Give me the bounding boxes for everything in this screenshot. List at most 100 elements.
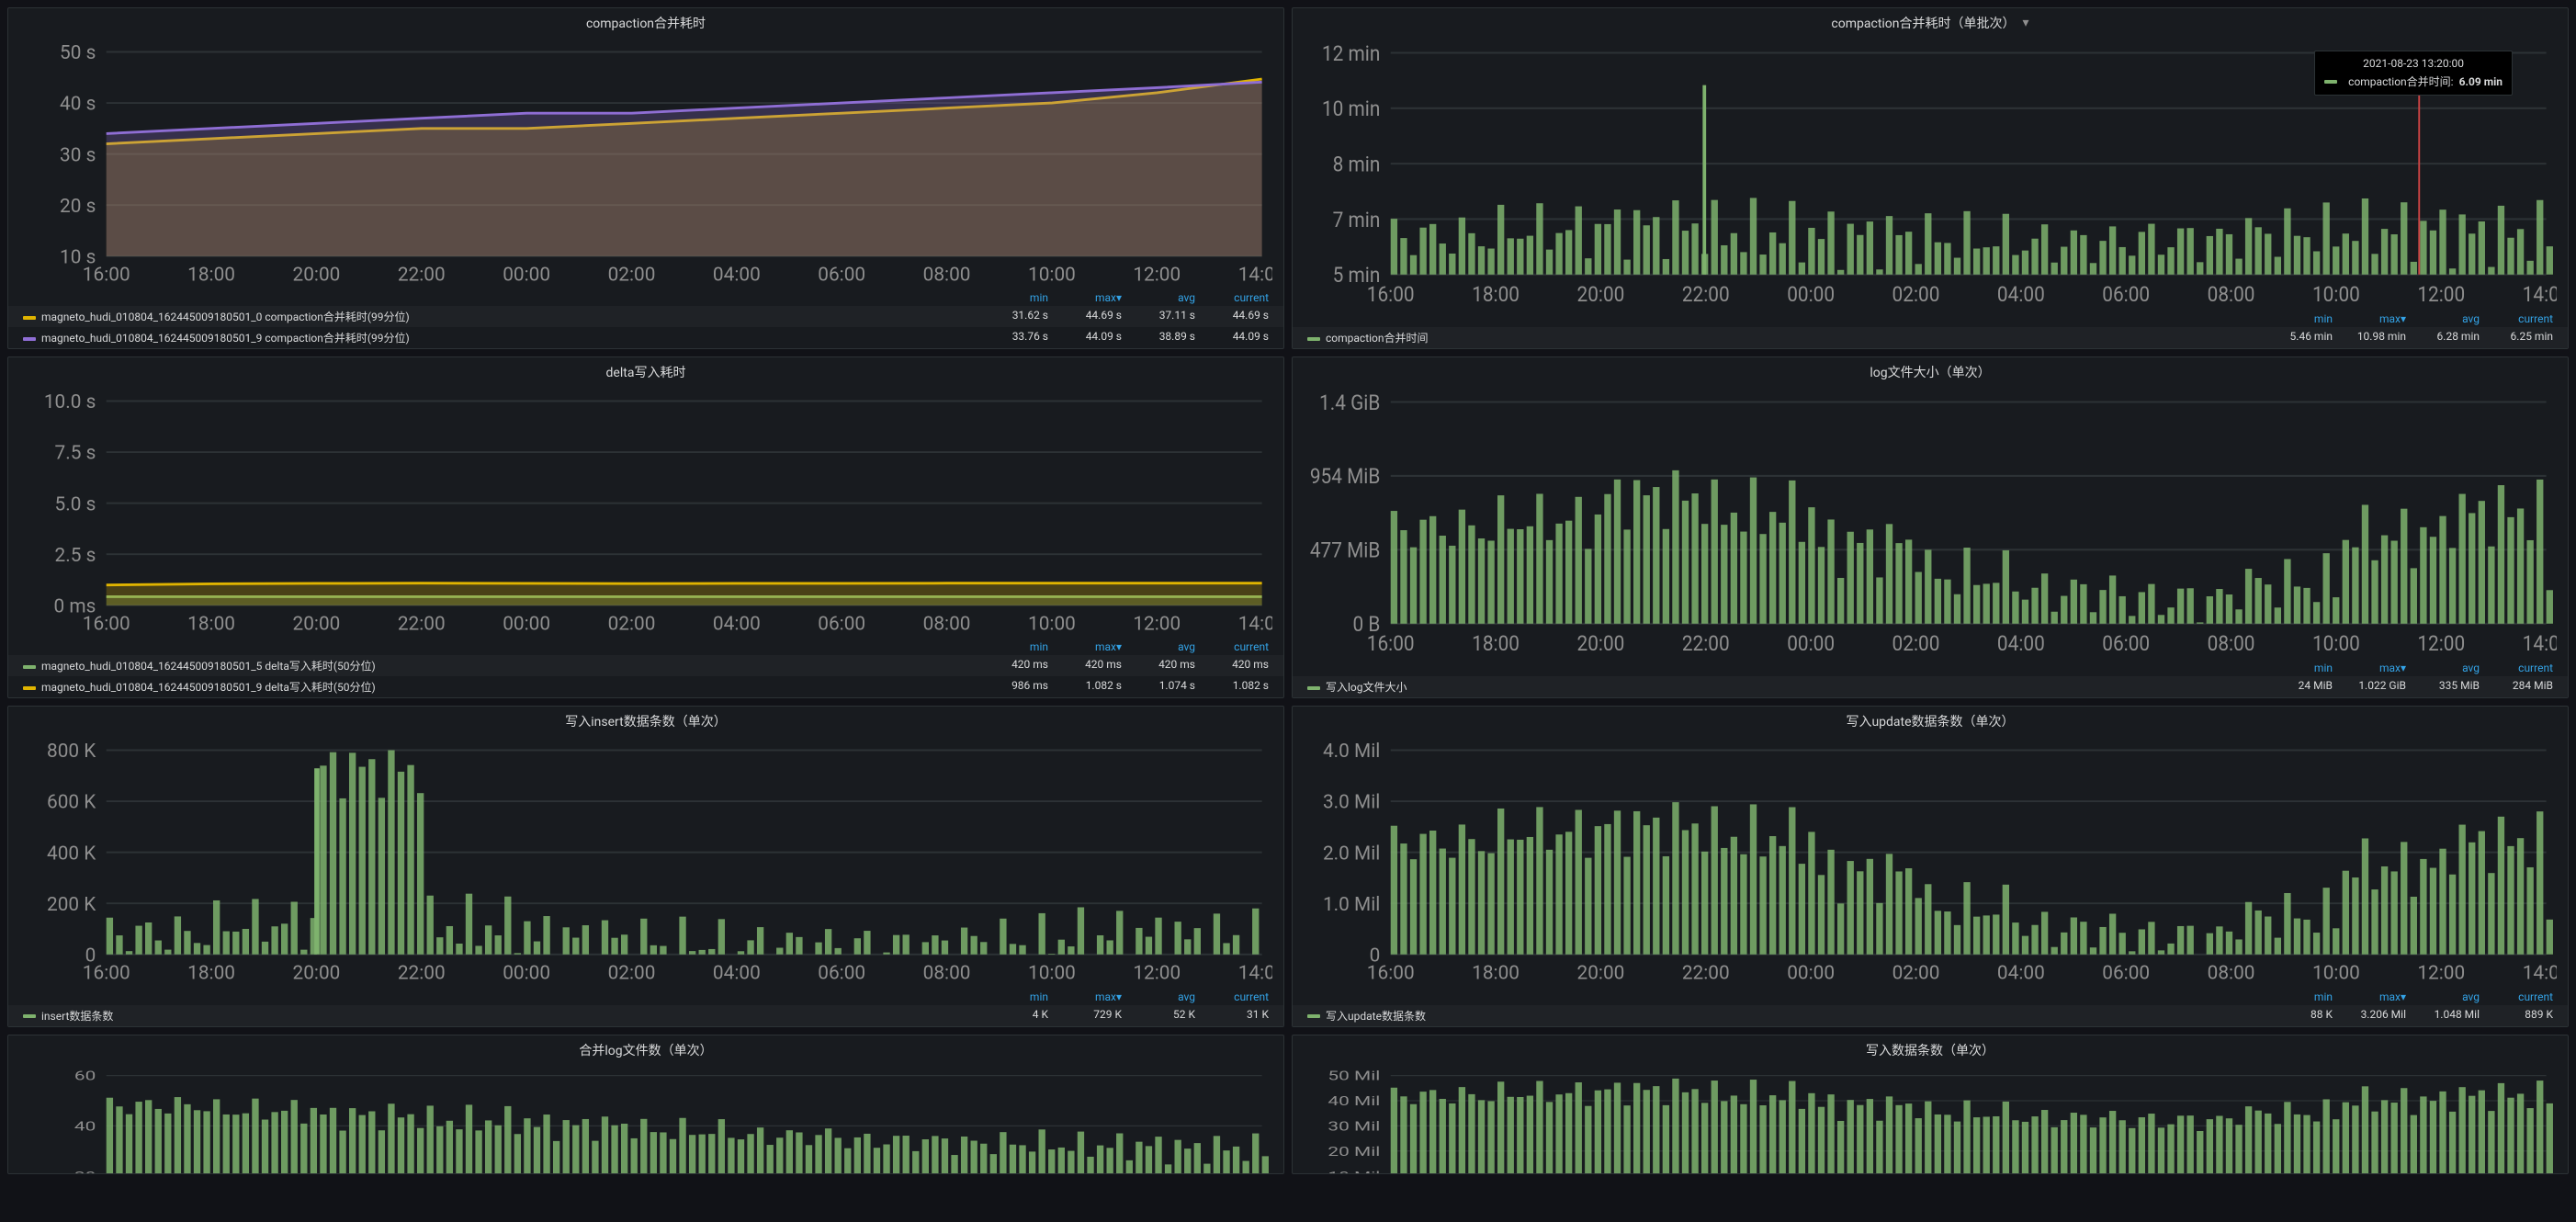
svg-text:06:00: 06:00 [2102,632,2150,656]
col-avg[interactable]: avg [1122,990,1195,1003]
svg-text:02:00: 02:00 [608,264,656,286]
svg-text:14:00: 14:00 [1238,963,1272,985]
val-avg: 52 K [1122,1008,1195,1024]
svg-text:20:00: 20:00 [1577,963,1625,985]
chart-area[interactable]: 5 min7 min8 min10 min12 min16:0018:0020:… [1293,38,2568,311]
col-min[interactable]: min [975,640,1048,653]
col-min[interactable]: min [2259,662,2333,674]
panel-merge-log-count[interactable]: 合并log文件数（单次） 204060 [7,1035,1284,1174]
legend-row[interactable]: magneto_hudi_010804_162445009180501_9 de… [8,676,1283,697]
panel-write-count[interactable]: 写入数据条数（单次） 10 Mil20 Mil30 Mil40 Mil50 Mi… [1292,1035,2569,1174]
col-current[interactable]: current [1195,640,1269,653]
svg-text:06:00: 06:00 [818,264,865,286]
panel-compaction-batch[interactable]: compaction合并耗时（单批次） ▾ 5 min7 min8 min10 … [1292,7,2569,349]
panel-title[interactable]: 合并log文件数（单次） [8,1035,1283,1065]
col-current[interactable]: current [2480,662,2553,674]
svg-text:2.5 s: 2.5 s [55,545,96,567]
panel-title[interactable]: compaction合并耗时 [8,8,1283,38]
val-min: 24 MiB [2259,679,2333,695]
panel-compaction-time[interactable]: compaction合并耗时 10 s20 s30 s40 s50 s16:00… [7,7,1284,349]
panel-title[interactable]: compaction合并耗时（单批次） ▾ [1293,8,2568,38]
svg-text:20:00: 20:00 [293,614,341,636]
svg-text:7 min: 7 min [1333,209,1381,232]
legend-row[interactable]: magneto_hudi_010804_162445009180501_0 co… [8,306,1283,327]
svg-text:1.4 GiB: 1.4 GiB [1319,391,1380,415]
col-min[interactable]: min [975,291,1048,304]
col-max[interactable]: max▾ [2333,990,2406,1003]
legend-row[interactable]: magneto_hudi_010804_162445009180501_9 co… [8,327,1283,348]
legend-row[interactable]: insert数据条数 4 K 729 K 52 K 31 K [8,1005,1283,1026]
panel-title[interactable]: 写入数据条数（单次） [1293,1035,2568,1065]
panel-title[interactable]: log文件大小（单次） [1293,357,2568,387]
val-current: 44.09 s [1195,330,1269,345]
svg-text:8 min: 8 min [1333,153,1381,177]
col-current[interactable]: current [2480,990,2553,1003]
chart-area[interactable]: 0 B477 MiB954 MiB1.4 GiB16:0018:0020:002… [1293,387,2568,660]
svg-text:20 s: 20 s [60,196,96,218]
chart-area[interactable]: 10 s20 s30 s40 s50 s16:0018:0020:0022:00… [8,38,1283,289]
col-max[interactable]: max▾ [1048,640,1122,653]
series-name: compaction合并时间 [1326,332,1429,345]
dashboard-grid: compaction合并耗时 10 s20 s30 s40 s50 s16:00… [0,0,2576,1182]
legend-row[interactable]: 写入log文件大小 24 MiB 1.022 GiB 335 MiB 284 M… [1293,676,2568,697]
svg-text:08:00: 08:00 [923,264,971,286]
col-avg[interactable]: avg [2406,662,2480,674]
series-swatch [23,1014,36,1018]
svg-text:02:00: 02:00 [1892,632,1940,656]
svg-text:22:00: 22:00 [1682,283,1730,307]
svg-text:00:00: 00:00 [1787,283,1835,307]
panel-title[interactable]: 写入insert数据条数（单次） [8,707,1283,736]
col-max[interactable]: max▾ [2333,662,2406,674]
legend-row[interactable]: compaction合并时间 5.46 min 10.98 min 6.28 m… [1293,327,2568,348]
panel-title[interactable]: 写入update数据条数（单次） [1293,707,2568,736]
legend-row[interactable]: magneto_hudi_010804_162445009180501_5 de… [8,655,1283,676]
col-avg[interactable]: avg [1122,291,1195,304]
val-min: 33.76 s [975,330,1048,345]
svg-text:06:00: 06:00 [818,963,865,985]
col-current[interactable]: current [2480,312,2553,325]
svg-text:800 K: 800 K [47,741,96,763]
col-current[interactable]: current [1195,990,1269,1003]
chevron-down-icon[interactable]: ▾ [2023,16,2029,30]
svg-text:16:00: 16:00 [83,614,130,636]
panel-title[interactable]: delta写入耗时 [8,357,1283,387]
legend-headers: min max▾ avg current [1293,660,2568,676]
chart-area[interactable]: 0 ms2.5 s5.0 s7.5 s10.0 s16:0018:0020:00… [8,387,1283,639]
svg-text:10 min: 10 min [1322,97,1380,121]
val-current: 44.69 s [1195,309,1269,324]
chart-area[interactable]: 01.0 Mil2.0 Mil3.0 Mil4.0 Mil16:0018:002… [1293,736,2568,988]
col-avg[interactable]: avg [2406,990,2480,1003]
panel-log-size[interactable]: log文件大小（单次） 0 B477 MiB954 MiB1.4 GiB16:0… [1292,356,2569,698]
panel-delta-write[interactable]: delta写入耗时 0 ms2.5 s5.0 s7.5 s10.0 s16:00… [7,356,1284,698]
col-avg[interactable]: avg [2406,312,2480,325]
col-current[interactable]: current [1195,291,1269,304]
series-swatch [1307,337,1320,341]
col-min[interactable]: min [2259,312,2333,325]
col-avg[interactable]: avg [1122,640,1195,653]
series-name: magneto_hudi_010804_162445009180501_5 de… [41,660,376,673]
svg-text:30 Mil: 30 Mil [1328,1119,1380,1134]
col-min[interactable]: min [2259,990,2333,1003]
col-min[interactable]: min [975,990,1048,1003]
col-max[interactable]: max▾ [1048,990,1122,1003]
val-max: 1.082 s [1048,679,1122,695]
val-avg: 38.89 s [1122,330,1195,345]
panel-insert-count[interactable]: 写入insert数据条数（单次） 0200 K400 K600 K800 K16… [7,706,1284,1026]
col-max[interactable]: max▾ [1048,291,1122,304]
col-max[interactable]: max▾ [2333,312,2406,325]
panel-update-count[interactable]: 写入update数据条数（单次） 01.0 Mil2.0 Mil3.0 Mil4… [1292,706,2569,1026]
chart-area[interactable]: 0200 K400 K600 K800 K16:0018:0020:0022:0… [8,736,1283,988]
legend-row[interactable]: 写入update数据条数 88 K 3.206 Mil 1.048 Mil 88… [1293,1005,2568,1026]
svg-text:600 K: 600 K [47,792,96,814]
svg-text:18:00: 18:00 [187,614,235,636]
chart-area[interactable]: 10 Mil20 Mil30 Mil40 Mil50 Mil [1293,1065,2568,1174]
svg-text:18:00: 18:00 [1472,283,1520,307]
val-avg: 1.074 s [1122,679,1195,695]
svg-text:954 MiB: 954 MiB [1310,466,1381,490]
svg-text:18:00: 18:00 [1472,632,1520,656]
svg-text:477 MiB: 477 MiB [1310,539,1381,563]
val-min: 5.46 min [2259,330,2333,345]
svg-text:02:00: 02:00 [608,963,656,985]
chart-area[interactable]: 204060 [8,1065,1283,1174]
val-min: 4 K [975,1008,1048,1024]
